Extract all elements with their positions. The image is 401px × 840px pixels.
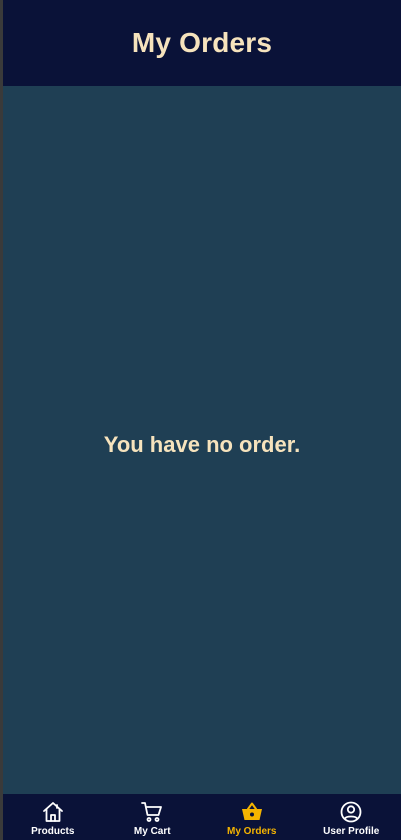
orders-content: You have no order. (3, 86, 401, 794)
nav-item-my-cart[interactable]: My Cart (103, 794, 203, 840)
nav-item-my-orders[interactable]: My Orders (202, 794, 302, 840)
page-title: My Orders (131, 27, 273, 58)
nav-item-user-profile[interactable]: User Profile (302, 794, 401, 840)
home-icon (42, 802, 63, 822)
app-screen: My Orders You have no order. Products My… (3, 0, 401, 840)
app-header: My Orders (3, 0, 401, 86)
nav-item-products[interactable]: Products (3, 794, 103, 840)
cart-icon (141, 802, 163, 822)
basket-icon (241, 802, 262, 820)
empty-orders-message: You have no order. (103, 432, 301, 457)
nav-label-my-orders: My Orders (227, 826, 277, 837)
nav-label-user-profile: User Profile (323, 826, 380, 837)
nav-label-my-cart: My Cart (133, 826, 171, 837)
bottom-navigation: Products My Cart My Orders User Profile (3, 794, 401, 840)
nav-label-products: Products (31, 826, 75, 837)
user-circle-icon (340, 801, 362, 823)
